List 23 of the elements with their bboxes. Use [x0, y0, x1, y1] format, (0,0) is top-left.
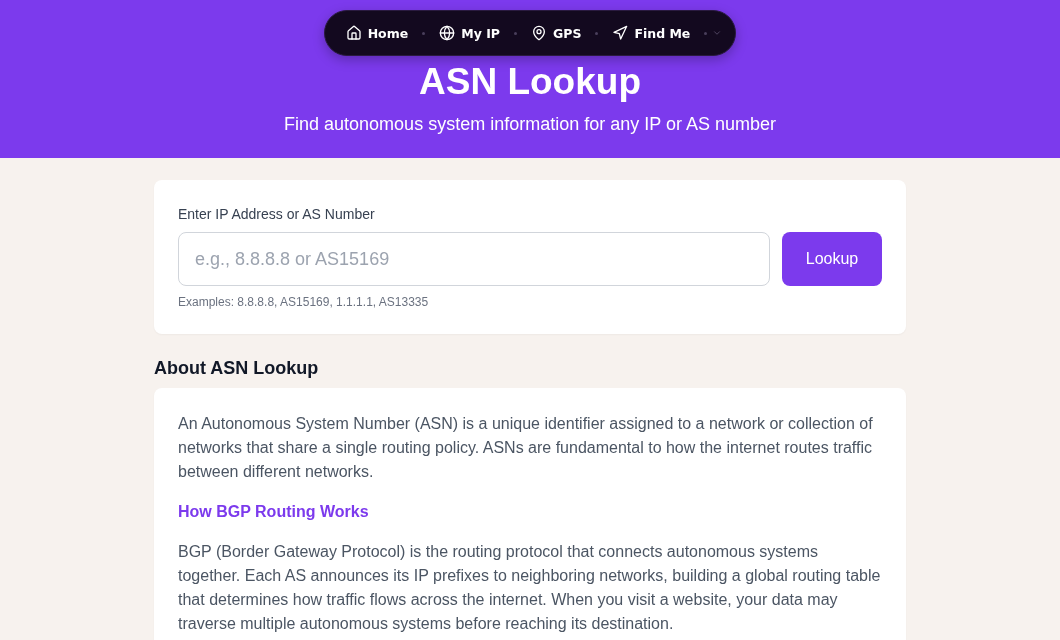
map-pin-icon	[530, 25, 547, 41]
section-heading: About ASN Lookup	[154, 357, 320, 380]
separator-dot-icon	[422, 31, 426, 35]
separator-dot-icon	[513, 31, 517, 35]
field-label: Enter IP Address or AS Number	[178, 205, 376, 224]
nav-link[interactable]: Home	[345, 25, 409, 41]
nav-link[interactable]: My IP	[439, 25, 500, 41]
nav-link[interactable]: Find Me	[612, 25, 691, 41]
separator-dot-icon	[704, 31, 708, 35]
globe-icon	[439, 25, 456, 41]
lookup-button[interactable]: Lookup	[782, 232, 882, 286]
page-title: ASN Lookup	[419, 62, 641, 102]
examples-hint: Examples: 8.8.8.8, AS15169, 1.1.1.1, AS13335	[178, 294, 430, 310]
nav-link[interactable]: GPS	[530, 25, 582, 41]
separator-dot-icon	[595, 31, 599, 35]
subheading: How BGP Routing Works	[178, 502, 370, 522]
chevron-down-icon[interactable]	[712, 28, 723, 38]
ip-input-field[interactable]: e.g., 8.8.8.8 or AS15169	[178, 232, 770, 286]
paragraph: An Autonomous System Number (ASN) is a unique identifier assigned to a network or collection of networks that share a single routing policy. ASNs are fundamental to how the internet routes traffic between different networks.	[178, 414, 874, 482]
page-subtitle: Find autonomous system information for any IP or AS number	[284, 113, 776, 136]
navigation-arrow-icon	[612, 25, 629, 41]
paragraph: BGP (Border Gateway Protocol) is the routing protocol that connects autonomous systems together. Each AS announces its IP prefixes to neighboring networks, building a global routing table that determines how traffic flows across the internet. When you visit a website, your data may traverse multiple autonomous systems before reaching its destination.	[178, 542, 882, 634]
home-icon	[345, 25, 362, 41]
